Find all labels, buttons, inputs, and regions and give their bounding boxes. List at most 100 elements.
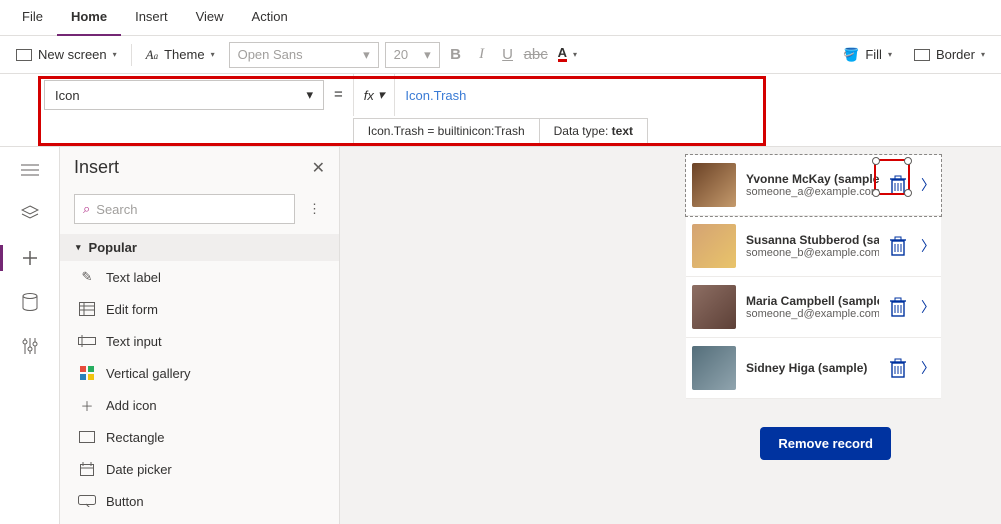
bold-button[interactable]: B (446, 46, 466, 63)
theme-label: Theme (164, 47, 204, 62)
search-input[interactable]: ⌕ Search (74, 194, 295, 224)
formula-bar: Icon ▾ = fx ▾ Icon.Trash Icon.Trash = bu… (0, 74, 1001, 147)
chevron-right-icon[interactable]: 〉 (921, 358, 935, 378)
formula-input[interactable]: Icon.Trash (395, 88, 1001, 103)
border-button[interactable]: Border ▾ (906, 41, 993, 69)
theme-icon: Aa (146, 47, 158, 63)
item-label: Add icon (106, 398, 157, 413)
panel-title: Insert (74, 157, 119, 178)
rectangle-icon (78, 428, 96, 446)
search-icon: ⌕ (83, 201, 90, 217)
border-icon (914, 49, 930, 61)
canvas[interactable]: Yvonne McKay (sample)someone_a@example.c… (340, 147, 1001, 524)
item-vertical-gallery[interactable]: Vertical gallery (60, 357, 339, 389)
insert-list: ▾ Popular ✎Text label Edit form Text inp… (60, 234, 339, 524)
menubar: File Home Insert View Action (0, 0, 1001, 36)
menu-action[interactable]: Action (238, 0, 302, 36)
gallery-row[interactable]: Yvonne McKay (sample)someone_a@example.c… (686, 155, 941, 216)
item-text-label[interactable]: ✎Text label (60, 261, 339, 293)
calendar-icon (78, 460, 96, 478)
fill-label: Fill (865, 47, 882, 62)
rail-tree-icon[interactable] (19, 159, 41, 181)
hint-datatype: Data type: text (539, 118, 648, 144)
item-date-picker[interactable]: Date picker (60, 453, 339, 485)
item-add-icon[interactable]: ＋Add icon (60, 389, 339, 421)
chevron-right-icon[interactable]: 〉 (921, 236, 935, 256)
remove-record-button[interactable]: Remove record (760, 427, 891, 460)
contact-name: Yvonne McKay (sample) (746, 172, 879, 186)
bucket-icon: 🪣 (843, 47, 859, 63)
underline-button[interactable]: U (498, 46, 518, 63)
item-edit-form[interactable]: Edit form (60, 293, 339, 325)
new-screen-label: New screen (38, 47, 107, 62)
button-icon (78, 492, 96, 510)
rail-data-icon[interactable] (19, 291, 41, 313)
item-label: Text label (106, 270, 161, 285)
chevron-down-icon: ▾ (424, 47, 431, 63)
formula-hint: Icon.Trash = builtinicon:Trash Data type… (353, 116, 1001, 146)
contact-email: someone_a@example.com (746, 186, 879, 198)
menu-home[interactable]: Home (57, 0, 121, 36)
font-color-icon: A (558, 47, 567, 62)
contact-name: Maria Campbell (sample) (746, 294, 879, 308)
contact-email: someone_d@example.com (746, 308, 879, 320)
avatar (692, 346, 736, 390)
font-color-button[interactable]: A ▾ (550, 41, 585, 69)
new-screen-button[interactable]: New screen ▾ (8, 41, 125, 69)
screen-icon (16, 49, 32, 61)
gallery-row[interactable]: Susanna Stubberod (sample)someone_b@exam… (686, 216, 941, 277)
group-popular[interactable]: ▾ Popular (60, 234, 339, 261)
menu-view[interactable]: View (182, 0, 238, 36)
contact-name: Susanna Stubberod (sample) (746, 233, 879, 247)
text-input-icon (78, 332, 96, 350)
hint-expression: Icon.Trash = builtinicon:Trash (353, 118, 539, 144)
menu-file[interactable]: File (8, 0, 57, 36)
gallery-row[interactable]: Maria Campbell (sample)someone_d@example… (686, 277, 941, 338)
menu-insert[interactable]: Insert (121, 0, 182, 36)
item-label: Edit form (106, 302, 158, 317)
gallery-icon (78, 364, 96, 382)
rail-layers-icon[interactable] (19, 203, 41, 225)
font-select[interactable]: Open Sans ▾ (229, 42, 379, 68)
item-label: Date picker (106, 462, 172, 477)
rail-insert-icon[interactable] (19, 247, 41, 269)
close-icon[interactable]: ✕ (312, 158, 325, 178)
item-label: Vertical gallery (106, 366, 191, 381)
fill-button[interactable]: 🪣 Fill ▾ (835, 41, 900, 69)
property-select[interactable]: Icon ▾ (44, 80, 324, 110)
strikethrough-button[interactable]: abc (524, 46, 544, 63)
gallery-row[interactable]: Sidney Higa (sample) 〉 (686, 338, 941, 399)
item-label: Button (106, 494, 144, 509)
chevron-right-icon[interactable]: 〉 (921, 175, 935, 195)
chevron-down-icon: ▾ (981, 50, 985, 59)
equals-label: = (324, 74, 353, 116)
trash-icon[interactable] (889, 297, 911, 317)
item-text-input[interactable]: Text input (60, 325, 339, 357)
chevron-down-icon: ▾ (306, 87, 313, 103)
rail-settings-icon[interactable] (19, 335, 41, 357)
group-label: Popular (89, 240, 137, 255)
item-button[interactable]: Button (60, 485, 339, 517)
avatar (692, 224, 736, 268)
chevron-right-icon[interactable]: 〉 (921, 297, 935, 317)
chevron-down-icon: ▾ (573, 50, 577, 59)
search-placeholder: Search (96, 202, 137, 217)
trash-icon[interactable] (889, 175, 911, 195)
chevron-down-icon: ▾ (888, 50, 892, 59)
trash-icon[interactable] (889, 236, 911, 256)
trash-icon[interactable] (889, 358, 911, 378)
theme-button[interactable]: Aa Theme ▾ (138, 41, 223, 69)
toolbar: New screen ▾ Aa Theme ▾ Open Sans ▾ 20 ▾… (0, 36, 1001, 74)
more-icon[interactable]: ⋮ (305, 201, 325, 217)
chevron-down-icon: ▾ (113, 50, 117, 59)
fx-button[interactable]: fx ▾ (354, 74, 396, 116)
insert-panel: Insert ✕ ⌕ Search ⋮ ▾ Popular ✎Text labe… (60, 147, 340, 524)
font-size-select[interactable]: 20 ▾ (385, 42, 440, 68)
font-value: Open Sans (238, 47, 303, 62)
chevron-down-icon: ▾ (363, 47, 370, 63)
item-rectangle[interactable]: Rectangle (60, 421, 339, 453)
gallery-control[interactable]: Yvonne McKay (sample)someone_a@example.c… (686, 155, 941, 399)
avatar (692, 163, 736, 207)
font-size-value: 20 (394, 47, 408, 62)
italic-button[interactable]: I (472, 46, 492, 63)
